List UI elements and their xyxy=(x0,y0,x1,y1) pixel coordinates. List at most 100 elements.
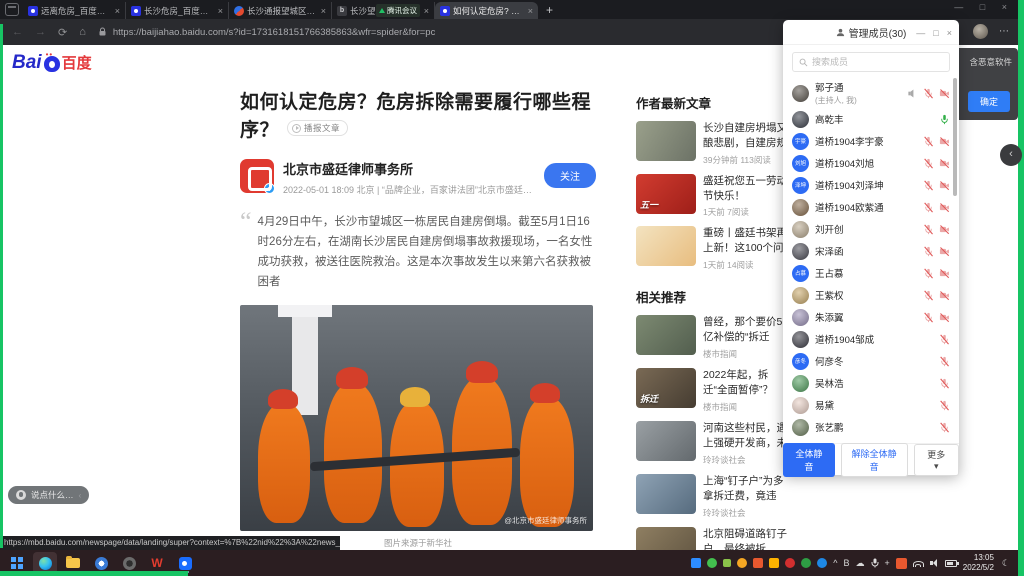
member-row[interactable]: 道桥1904邹成 xyxy=(783,328,959,350)
maximize-icon[interactable]: □ xyxy=(933,28,938,38)
author-avatar[interactable]: v xyxy=(240,159,274,193)
sidebar-article-item[interactable]: 上海“钉子户”为多拿拆迁费，竟违规…玲玲谈社会 xyxy=(636,474,792,519)
member-row[interactable]: 宇豪道桥1904李宇豪 xyxy=(783,130,959,152)
member-row[interactable]: 王紫权 xyxy=(783,284,959,306)
member-row[interactable]: 占慕王占慕 xyxy=(783,262,959,284)
browser-tab[interactable]: 长沙危房_百度搜索× xyxy=(126,2,229,19)
volume-icon[interactable] xyxy=(930,559,939,567)
sidebar-article-item[interactable]: 曾经，那个要价5亿补偿的“拆迁户”…楼市指闻 xyxy=(636,315,792,360)
browser-tab[interactable]: 远离危房_百度搜索× xyxy=(23,2,126,19)
mic-off-icon[interactable] xyxy=(923,158,934,169)
baidu-logo[interactable]: Bai 百度 xyxy=(12,52,92,74)
browser-tab[interactable]: 如何认定危房? 危房拆除需要履…× xyxy=(435,2,538,19)
mic-off-icon[interactable] xyxy=(923,88,934,99)
wifi-icon[interactable] xyxy=(913,559,924,567)
tray-wechat-icon[interactable] xyxy=(707,558,717,568)
browser-tab[interactable]: 长沙通报望城区居民自建房倒塌× xyxy=(229,2,332,19)
sidebar-article-item[interactable]: 河南这些村民，遇上强硬开发商，未取…玲玲谈社会 xyxy=(636,421,792,466)
follow-button[interactable]: 关注 xyxy=(544,163,596,188)
mic-off-icon[interactable] xyxy=(939,334,950,345)
refresh-icon[interactable]: ⟳ xyxy=(58,26,67,39)
confirm-button[interactable]: 确定 xyxy=(968,91,1010,112)
member-row[interactable]: 张艺鹏 xyxy=(783,416,959,438)
tab-close-icon[interactable]: × xyxy=(422,6,429,16)
tray-bluetooth-icon[interactable]: B xyxy=(844,558,850,568)
mic-off-icon[interactable] xyxy=(939,400,950,411)
tab-close-icon[interactable]: × xyxy=(113,6,120,16)
tray-qq-icon[interactable] xyxy=(737,558,747,568)
tray-expand-icon[interactable]: ^ xyxy=(833,558,837,568)
tray-move-icon[interactable]: + xyxy=(885,558,890,568)
comment-pill[interactable]: 说点什么… ‹ xyxy=(8,486,89,504)
mic-off-icon[interactable] xyxy=(923,312,934,323)
member-row[interactable]: 彦冬何彦冬 xyxy=(783,350,959,372)
sidebar-article-item[interactable]: 重磅丨盛廷书架再上新！这100个问题…1天前 14阅读 xyxy=(636,226,792,271)
mic-off-icon[interactable] xyxy=(923,202,934,213)
mic-off-icon[interactable] xyxy=(923,136,934,147)
camera-off-icon[interactable] xyxy=(939,246,950,257)
camera-off-icon[interactable] xyxy=(939,268,950,279)
browser-window-controls[interactable]: — □ × xyxy=(954,2,1014,12)
author-name[interactable]: 北京市盛廷律师事务所 xyxy=(283,159,533,178)
tray-app-icon[interactable] xyxy=(801,558,811,568)
mic-off-icon[interactable] xyxy=(939,378,950,389)
tab-search-icon[interactable] xyxy=(5,3,19,16)
member-row[interactable]: 郭子通(主持人, 我) xyxy=(783,78,959,108)
tray-app-icon[interactable] xyxy=(753,558,763,568)
broadcast-badge[interactable]: 播报文章 xyxy=(287,120,348,136)
browser-tab[interactable]: b长沙望城自建房倒塌事故救援×腾讯会议 xyxy=(332,2,435,19)
mic-off-icon[interactable] xyxy=(923,246,934,257)
profile-avatar[interactable] xyxy=(973,24,988,39)
tray-shield-icon[interactable] xyxy=(785,558,795,568)
mic-off-icon[interactable] xyxy=(923,290,934,301)
panel-scrollbar[interactable] xyxy=(953,78,957,196)
camera-off-icon[interactable] xyxy=(939,202,950,213)
camera-off-icon[interactable] xyxy=(939,224,950,235)
member-row[interactable]: 泽坤道桥1904刘泽坤 xyxy=(783,174,959,196)
camera-off-icon[interactable] xyxy=(939,312,950,323)
mic-off-icon[interactable] xyxy=(923,180,934,191)
mic-off-icon[interactable] xyxy=(923,224,934,235)
minimize-icon[interactable]: — xyxy=(916,28,925,38)
member-row[interactable]: 朱添翼 xyxy=(783,306,959,328)
forward-icon[interactable]: → xyxy=(35,26,46,38)
member-search-input[interactable] xyxy=(812,57,943,67)
camera-off-icon[interactable] xyxy=(939,180,950,191)
tray-folder-icon[interactable] xyxy=(769,558,779,568)
member-search[interactable] xyxy=(792,52,950,72)
sidebar-article-item[interactable]: 北京阻碍道路钉子户，最终被拆，网…小袋妹漫画 xyxy=(636,527,792,550)
sidebar-article-item[interactable]: 拆迁2022年起，拆迁“全面暂停”？新…楼市指闻 xyxy=(636,368,792,413)
member-row[interactable]: 刘开创 xyxy=(783,218,959,240)
member-row[interactable]: 高乾丰 xyxy=(783,108,959,130)
battery-icon[interactable] xyxy=(945,560,957,567)
taskbar-clock[interactable]: 13:05 2022/5/2 xyxy=(963,553,994,574)
member-row[interactable]: 刘旭道桥1904刘旭 xyxy=(783,152,959,174)
more-button[interactable]: 更多 ▾ xyxy=(914,444,960,476)
unmute-all-button[interactable]: 解除全体静音 xyxy=(841,443,908,477)
tab-close-icon[interactable]: × xyxy=(319,6,326,16)
camera-off-icon[interactable] xyxy=(939,290,950,301)
mic-off-icon[interactable] xyxy=(939,422,950,433)
new-tab-button[interactable]: + xyxy=(538,3,561,19)
tray-mic-icon[interactable] xyxy=(871,558,879,568)
sidebar-collapse-handle[interactable]: ‹ xyxy=(1000,144,1022,166)
member-row[interactable]: 易黛 xyxy=(783,394,959,416)
tray-meeting-icon[interactable] xyxy=(691,558,701,568)
mic-on-icon[interactable] xyxy=(939,114,950,125)
tray-cloud-icon[interactable]: ☁ xyxy=(856,558,865,569)
tab-close-icon[interactable]: × xyxy=(216,6,223,16)
close-icon[interactable]: × xyxy=(947,28,952,38)
back-icon[interactable]: ← xyxy=(12,26,23,38)
sidebar-article-item[interactable]: 五一盛廷祝您五一劳动节快乐！1天前 7阅读 xyxy=(636,174,792,218)
mic-off-icon[interactable] xyxy=(923,268,934,279)
tab-close-icon[interactable]: × xyxy=(526,6,533,16)
camera-off-icon[interactable] xyxy=(939,88,950,99)
member-row[interactable]: 宋泽函 xyxy=(783,240,959,262)
camera-off-icon[interactable] xyxy=(939,136,950,147)
member-row[interactable]: 吴林浩 xyxy=(783,372,959,394)
browser-menu-icon[interactable]: ⋯ xyxy=(999,26,1010,37)
mute-all-button[interactable]: 全体静音 xyxy=(783,443,835,477)
home-icon[interactable]: ⌂ xyxy=(79,26,86,38)
member-row[interactable]: 道桥1904欧紫通 xyxy=(783,196,959,218)
collapse-icon[interactable]: ‹ xyxy=(79,490,82,500)
